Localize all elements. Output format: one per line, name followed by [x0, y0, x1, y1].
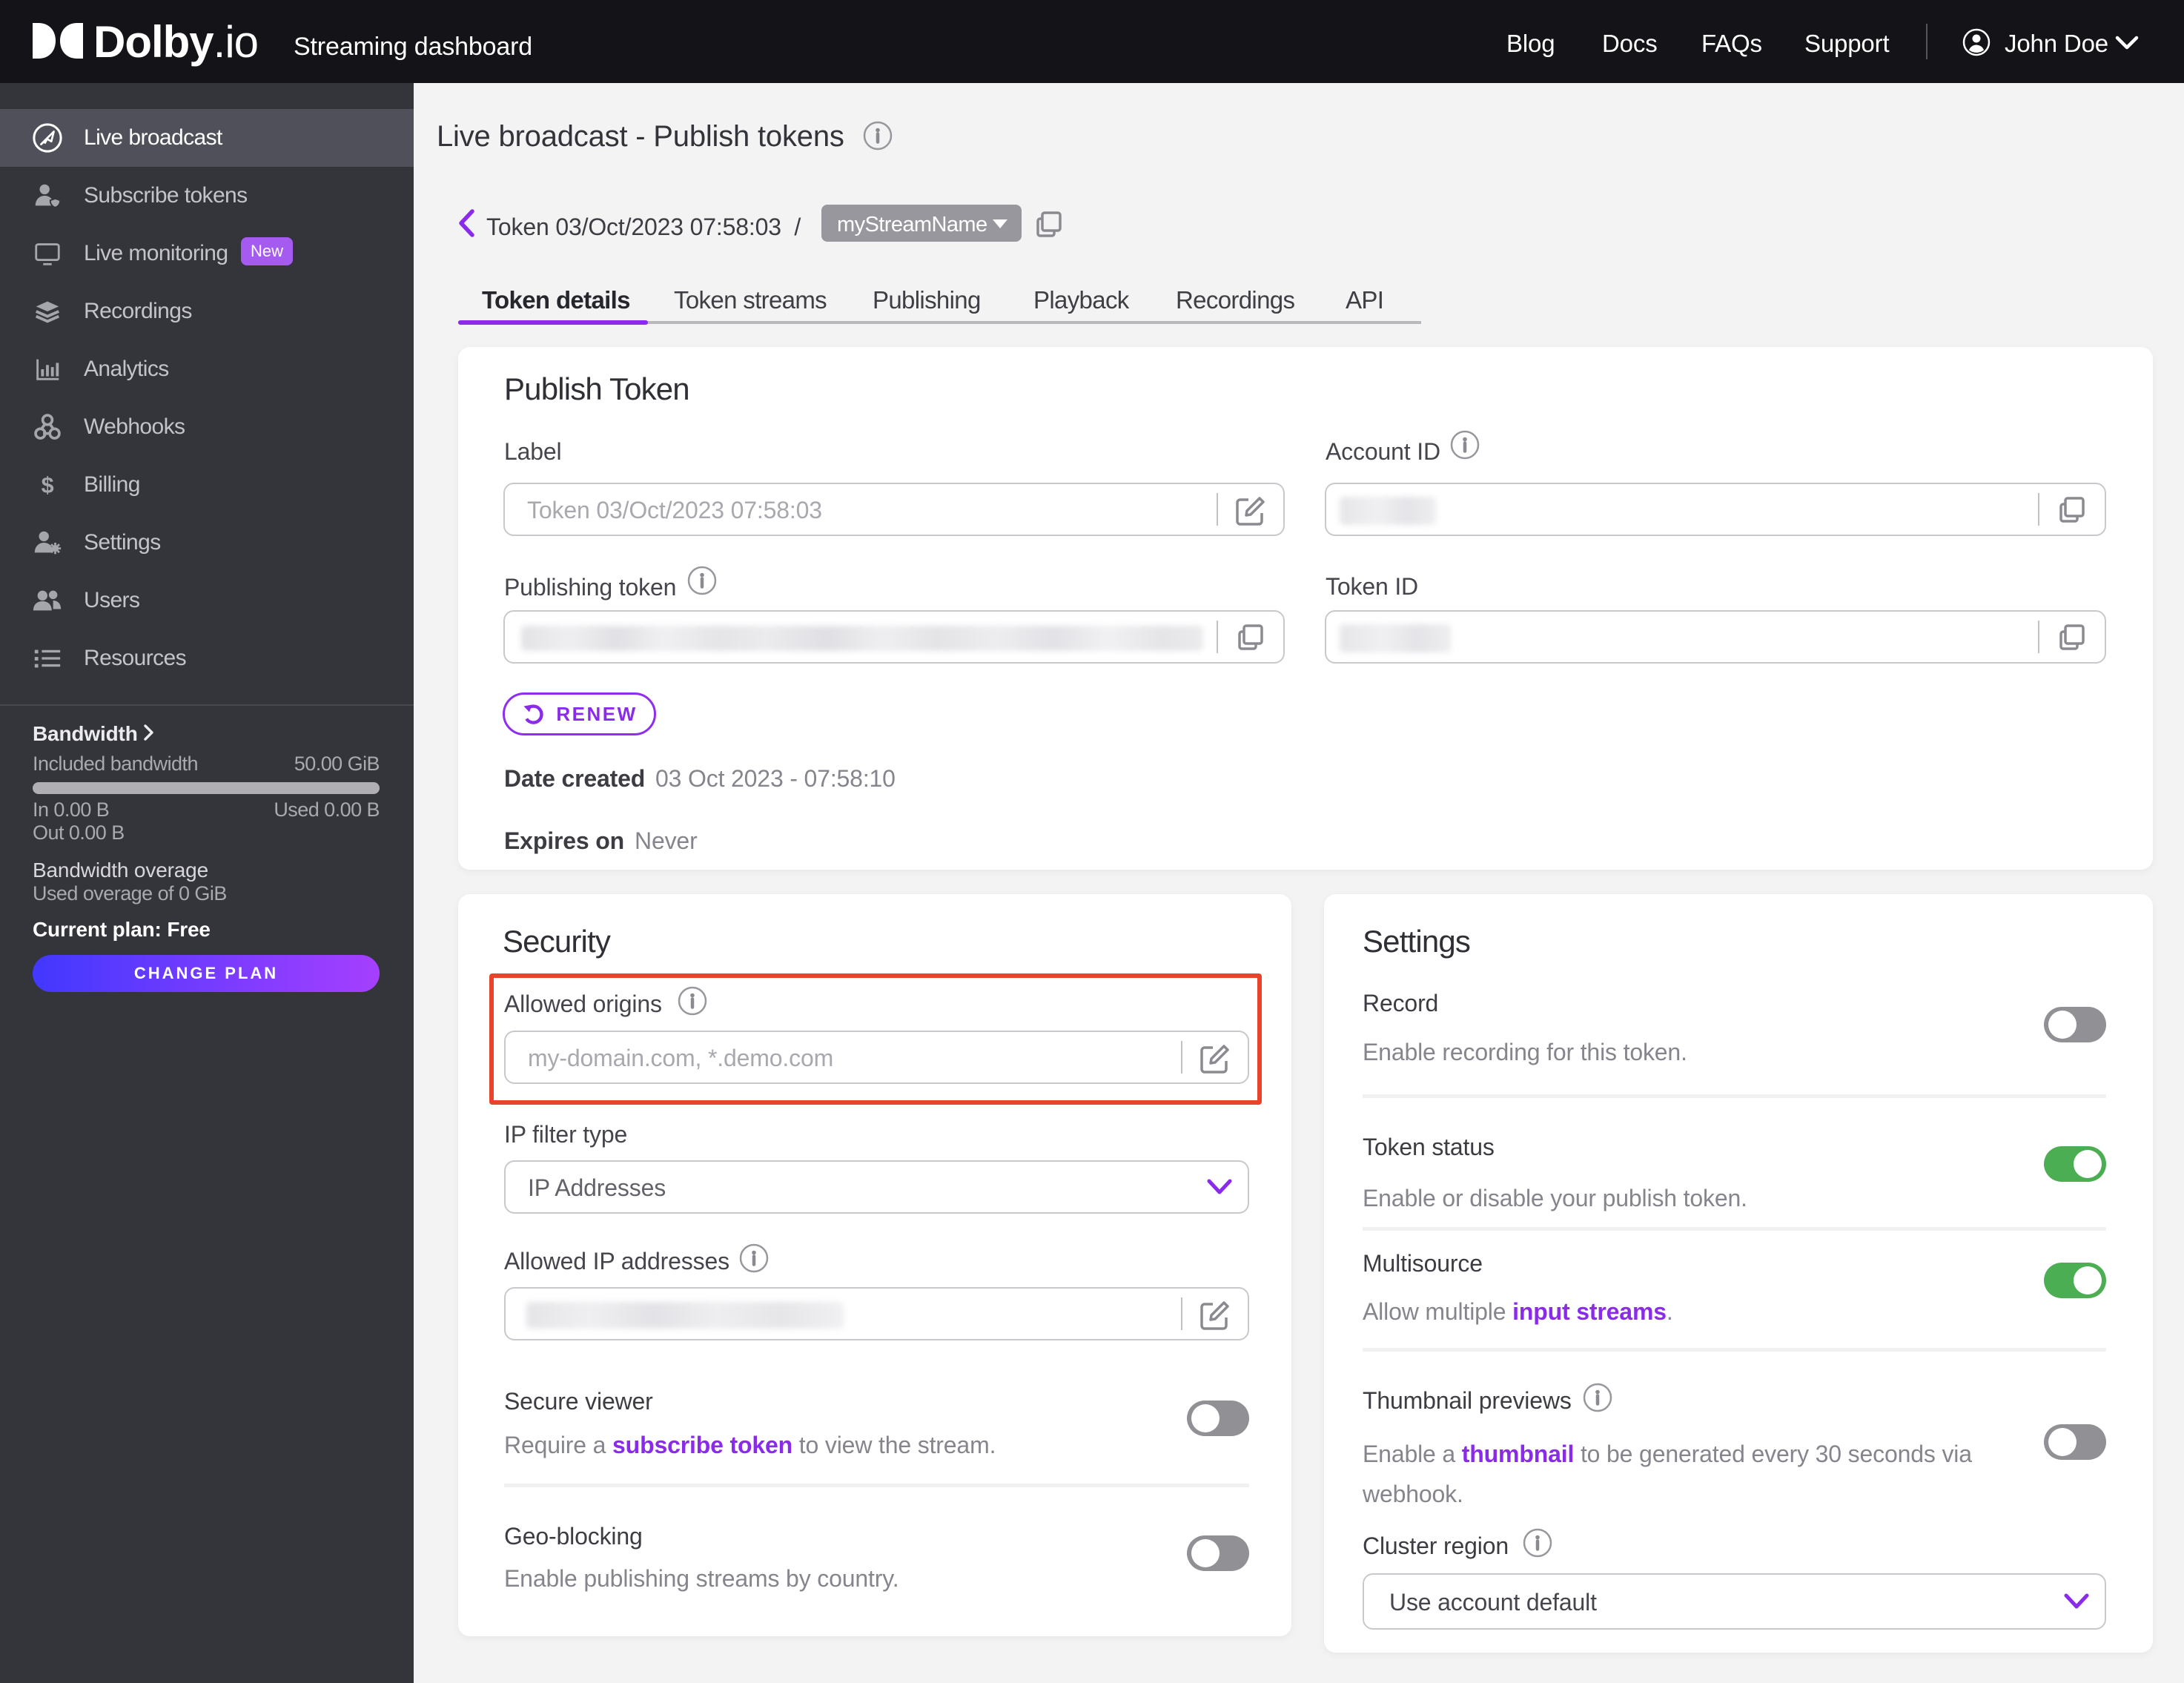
svg-text:$: $ [42, 473, 54, 498]
